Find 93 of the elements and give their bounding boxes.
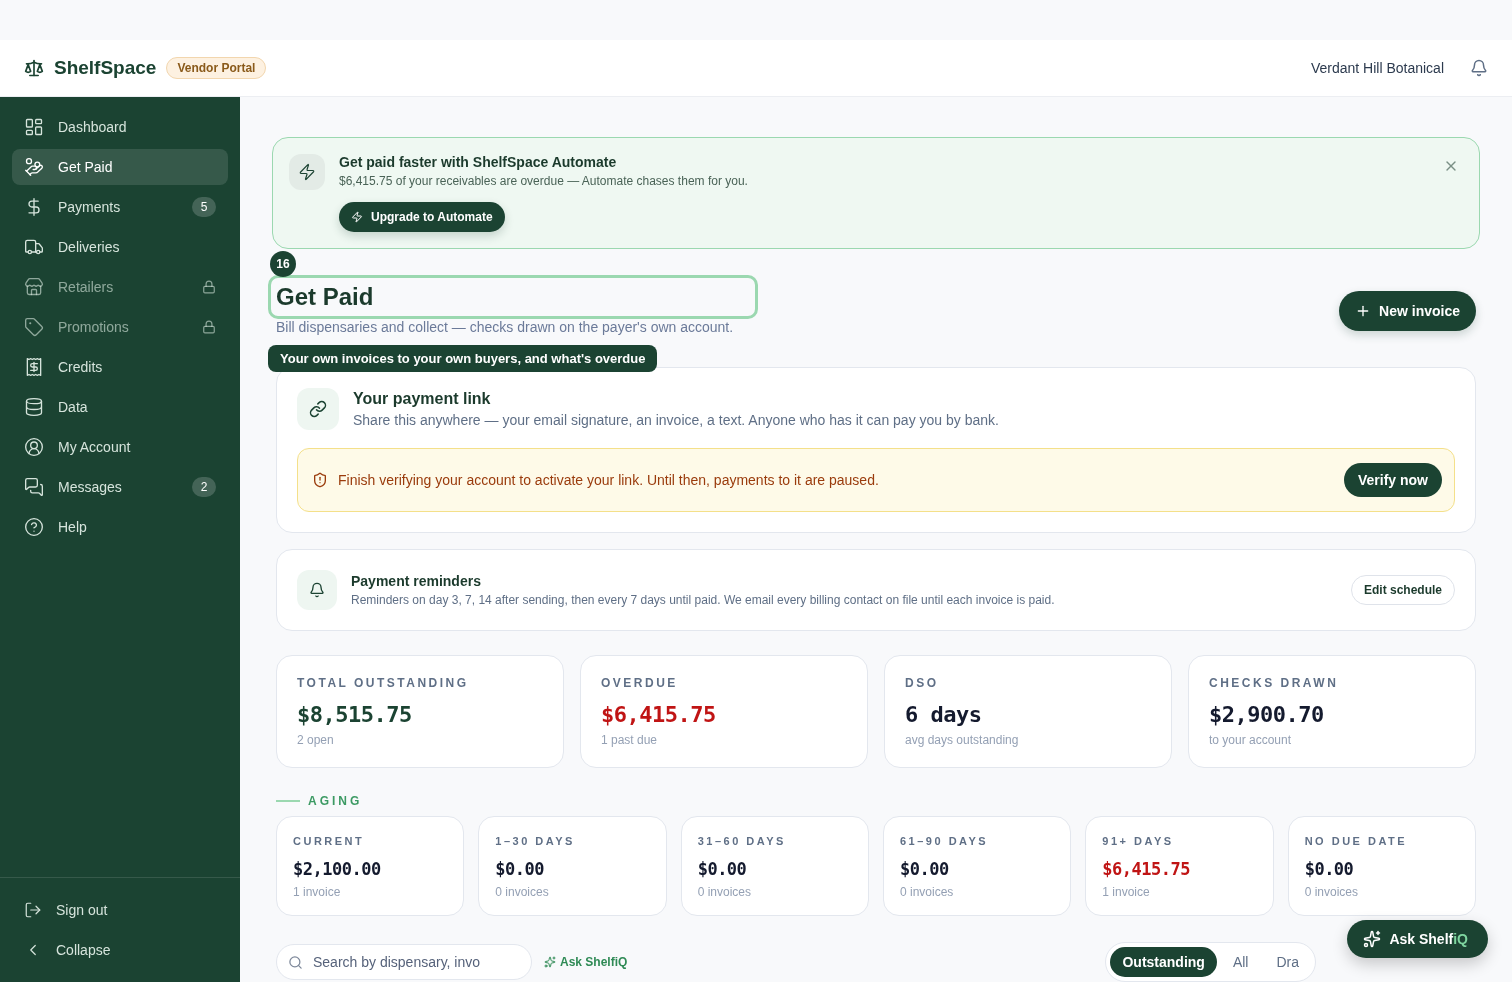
aging-note: 0 invoices <box>1304 885 1360 899</box>
ask-link[interactable]: Ask ShelfiQ <box>544 955 628 969</box>
lightning-icon <box>351 211 363 223</box>
aging-note: 1 invoice <box>1102 885 1151 899</box>
sidebar-item[interactable]: Retailers <box>12 269 228 305</box>
aging-label: 91+ DAYS <box>1102 835 1175 847</box>
lightning-icon <box>298 163 316 181</box>
link-icon <box>309 400 327 418</box>
truck-icon <box>24 237 44 257</box>
sparkles-icon <box>544 956 556 968</box>
sidebar-item[interactable]: Collapse <box>12 932 228 968</box>
count-badge: 5 <box>192 197 216 217</box>
sidebar-item[interactable]: Help <box>12 509 228 545</box>
promo-text: $6,415.75 of your receivables are overdue — Automate chases them for you. <box>339 174 748 188</box>
sidebar-item[interactable]: Messages 2 <box>12 469 228 505</box>
warning-text: Finish verifying your account to activate your link. Until then, payments to it are paused. <box>338 472 879 488</box>
sidebar-item[interactable]: Dashboard <box>12 109 228 145</box>
card-title: Your payment link <box>353 390 491 408</box>
dashboard-icon <box>24 117 44 137</box>
page-title: Get Paid <box>276 283 374 311</box>
aging-label: CURRENT <box>293 835 366 847</box>
messages-icon <box>24 477 44 497</box>
card-text: Share this anywhere — your email signature, an invoice, a text. Anyone who has it can pay you by bank. <box>353 412 999 428</box>
upgrade-button[interactable]: Upgrade to Automate <box>339 202 505 232</box>
edit-schedule-button[interactable]: Edit schedule <box>1350 575 1455 605</box>
card-title: Payment reminders <box>351 573 481 589</box>
store-icon <box>24 277 44 297</box>
stat-label: DSO <box>905 676 940 690</box>
shield-alert-icon <box>312 472 328 488</box>
search-icon <box>288 954 303 970</box>
stat-label: OVERDUE <box>601 676 679 690</box>
aging-label: 1–30 DAYS <box>495 835 576 847</box>
stat-note: to your account <box>1209 733 1293 747</box>
verify-button[interactable]: Verify now <box>1343 463 1442 497</box>
aging-value: $0.00 <box>495 859 545 879</box>
new-invoice-button[interactable]: New invoice <box>1339 291 1476 331</box>
aging-label: 31–60 DAYS <box>697 835 787 847</box>
help-icon <box>24 517 44 537</box>
aging-note: 1 invoice <box>293 885 342 899</box>
filter-tab[interactable]: All <box>1220 947 1261 977</box>
promo-title: Get paid faster with ShelfSpace Automate <box>339 154 617 170</box>
stat-note: 1 past due <box>601 733 659 747</box>
aging-note: 0 invoices <box>900 885 955 899</box>
aging-value: $0.00 <box>697 859 748 879</box>
aging-note: 0 invoices <box>495 885 550 899</box>
sidebar-item[interactable]: Payments 5 <box>12 189 228 225</box>
sidebar-item[interactable]: Get Paid <box>12 149 228 185</box>
lock-icon <box>202 280 216 294</box>
filter-tab[interactable]: Outstanding <box>1110 947 1217 977</box>
page-subtitle: Bill dispensaries and collect — checks drawn on the payer's own account. <box>276 319 734 335</box>
brand-name: ShelfSpace <box>54 57 157 79</box>
aging-label: 61–90 DAYS <box>900 835 990 847</box>
filter-tab[interactable]: Dra <box>1264 947 1311 977</box>
sidebar-item[interactable]: Credits <box>12 349 228 385</box>
user-icon <box>24 437 44 457</box>
card-text: Reminders on day 3, 7, 14 after sending, then every 7 days until paid. We email every billing contact on file until each invoice is paid. <box>351 593 1055 607</box>
sidebar-item[interactable]: My Account <box>12 429 228 465</box>
database-icon <box>24 397 44 417</box>
stat-label: TOTAL OUTSTANDING <box>297 676 470 690</box>
stat-value: $2,900.70 <box>1209 702 1325 727</box>
hand-coins-icon <box>24 157 44 177</box>
count-badge: 2 <box>192 477 216 497</box>
tooltip: Your own invoices to your own buyers, and what's overdue <box>268 345 658 372</box>
aging-note: 0 invoices <box>697 885 753 899</box>
stat-note: 2 open <box>297 733 335 747</box>
section-label: AGING <box>308 794 363 808</box>
sidebar-item[interactable]: Sign out <box>12 892 228 928</box>
sparkles-icon <box>1363 930 1382 948</box>
stat-note: avg days outstanding <box>905 733 1020 747</box>
tag-icon <box>24 317 44 337</box>
stat-label: CHECKS DRAWN <box>1209 676 1340 690</box>
stat-value: $8,515.75 <box>297 702 413 727</box>
bell-icon <box>309 582 325 598</box>
sign-out-icon <box>24 901 42 919</box>
search-field[interactable]: Search by dispensary, invo <box>276 944 532 980</box>
receipt-icon <box>24 357 44 377</box>
aging-value: $0.00 <box>1304 859 1355 879</box>
sidebar-item[interactable]: Data <box>12 389 228 425</box>
scale-icon <box>24 58 44 78</box>
sidebar-item[interactable]: Deliveries <box>12 229 228 265</box>
lock-icon <box>202 320 216 334</box>
sidebar-item[interactable]: Promotions <box>12 309 228 345</box>
account-name[interactable]: Verdant Hill Botanical <box>1310 60 1444 76</box>
assistant-button[interactable]: Ask ShelfiQ <box>1347 920 1488 958</box>
stat-value: 6 days <box>905 702 983 727</box>
step-badge: 16 <box>270 251 296 277</box>
aging-label: NO DUE DATE <box>1304 835 1409 847</box>
aging-value: $2,100.00 <box>293 859 382 879</box>
stat-value: $6,415.75 <box>601 702 717 727</box>
aging-value: $0.00 <box>900 859 950 879</box>
notifications-icon[interactable] <box>1470 59 1488 77</box>
portal-badge: Vendor Portal <box>166 57 267 79</box>
aging-value: $6,415.75 <box>1102 859 1191 879</box>
